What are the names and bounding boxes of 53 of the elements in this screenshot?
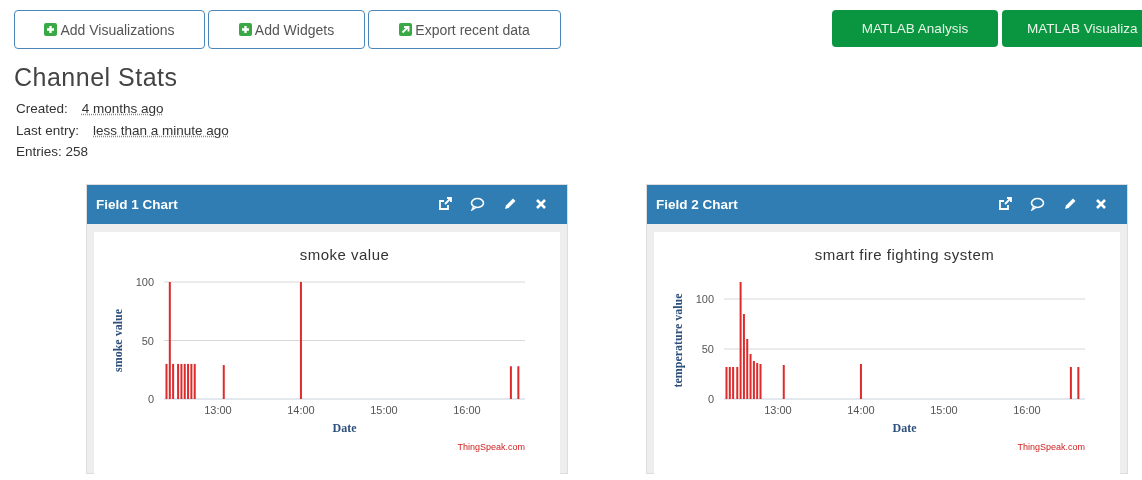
matlab-button[interactable]: MATLAB Analysis bbox=[832, 10, 998, 47]
bar bbox=[859, 363, 862, 399]
x-tick-label: 16:00 bbox=[1013, 403, 1041, 416]
x-tick-label: 15:00 bbox=[370, 403, 398, 416]
close-icon[interactable] bbox=[535, 198, 547, 210]
comment-icon[interactable] bbox=[1030, 197, 1045, 211]
chart-title: smart fire fighting system bbox=[814, 245, 995, 263]
stat-label: Created: bbox=[16, 100, 68, 118]
stat-value: 4 months ago bbox=[81, 100, 164, 118]
matlab-button[interactable]: MATLAB Visualiza bbox=[1002, 10, 1142, 47]
toolbar-button[interactable]: Add Widgets bbox=[208, 10, 365, 49]
chart-title: smoke value bbox=[299, 245, 390, 263]
external-link-icon[interactable] bbox=[998, 197, 1012, 211]
credit-link[interactable]: ThingSpeak.com bbox=[1017, 441, 1085, 452]
bar bbox=[1069, 366, 1072, 399]
y-axis-title: smoke value bbox=[111, 308, 125, 372]
credit-link[interactable]: ThingSpeak.com bbox=[457, 441, 525, 452]
bar bbox=[1077, 366, 1080, 399]
bar bbox=[782, 364, 785, 399]
panel-title: Field 2 Chart bbox=[656, 196, 738, 212]
y-tick-label: 50 bbox=[701, 342, 714, 355]
stat-label: Entries: 258 bbox=[16, 143, 89, 161]
x-tick-label: 14:00 bbox=[847, 403, 875, 416]
pencil-icon[interactable] bbox=[503, 197, 517, 211]
y-tick-label: 50 bbox=[141, 334, 154, 346]
x-tick-label: 15:00 bbox=[930, 403, 958, 416]
panel-title: Field 1 Chart bbox=[96, 196, 178, 212]
comment-icon[interactable] bbox=[470, 197, 485, 211]
x-tick-label: 14:00 bbox=[287, 403, 315, 416]
plus-icon bbox=[44, 23, 58, 36]
x-tick-label: 13:00 bbox=[764, 403, 792, 416]
y-axis-title: temperature value bbox=[671, 292, 685, 388]
bar bbox=[517, 365, 520, 399]
export-icon bbox=[399, 23, 413, 36]
y-tick-label: 0 bbox=[147, 392, 154, 405]
toolbar-button[interactable]: Add Visualizations bbox=[14, 10, 205, 49]
stat-value: less than a minute ago bbox=[93, 121, 229, 140]
y-tick-label: 0 bbox=[707, 392, 714, 405]
bar bbox=[509, 365, 512, 399]
close-icon[interactable] bbox=[1095, 198, 1107, 210]
y-tick-label: 100 bbox=[135, 275, 154, 288]
external-link-icon[interactable] bbox=[438, 197, 452, 211]
x-axis-title: Date bbox=[332, 420, 357, 435]
bar bbox=[222, 364, 225, 399]
plus-icon bbox=[238, 23, 252, 36]
x-axis-title: Date bbox=[892, 420, 917, 435]
pencil-icon[interactable] bbox=[1063, 197, 1077, 211]
stat-label: Last entry: bbox=[16, 121, 80, 140]
y-tick-label: 100 bbox=[695, 292, 714, 305]
page-title: Channel Stats bbox=[14, 63, 179, 92]
x-tick-label: 16:00 bbox=[453, 403, 481, 416]
toolbar-button[interactable]: Export recent data bbox=[368, 10, 561, 49]
x-tick-label: 13:00 bbox=[204, 403, 232, 416]
